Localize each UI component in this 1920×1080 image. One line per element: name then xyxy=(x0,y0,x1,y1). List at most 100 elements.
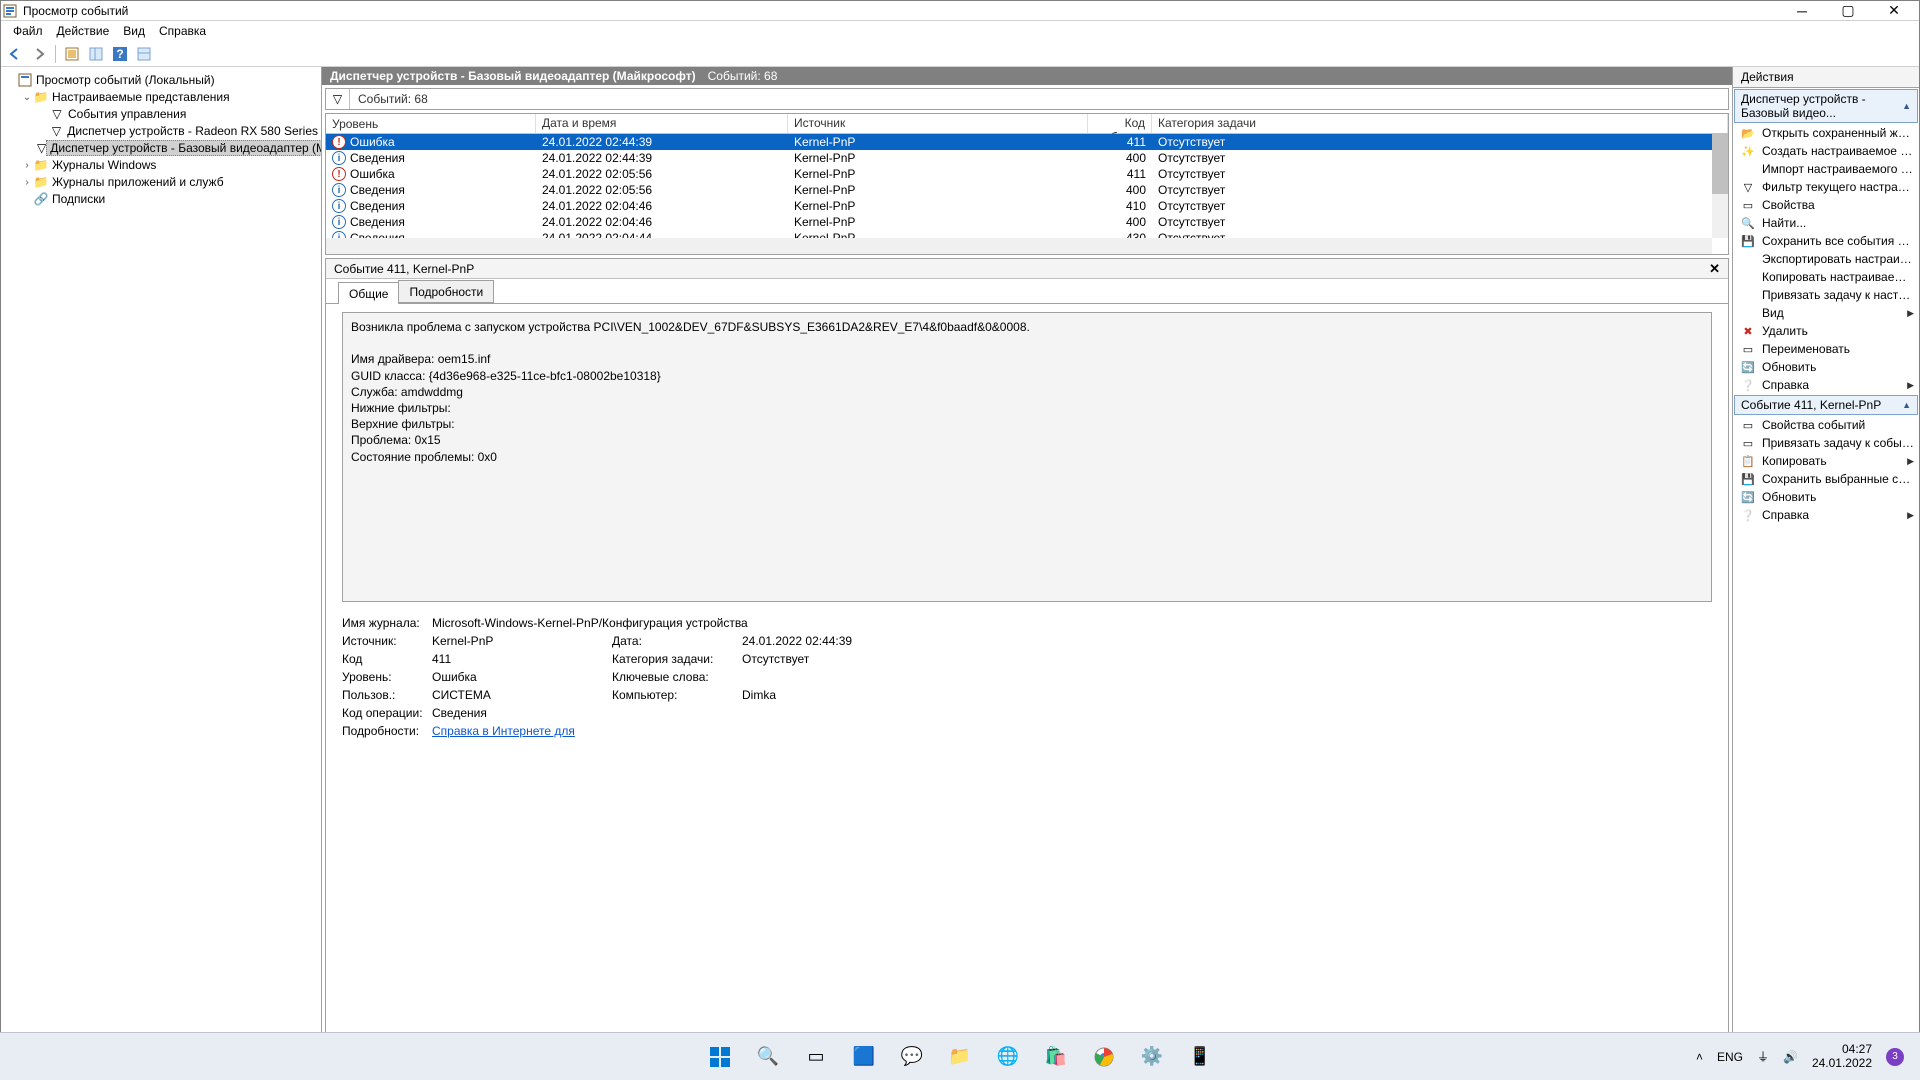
action-item[interactable]: 📋Копировать▶ xyxy=(1734,452,1918,470)
action-item[interactable]: 🔍Найти... xyxy=(1734,214,1918,232)
notification-badge[interactable]: 3 xyxy=(1886,1048,1904,1066)
action-item[interactable]: Привязать задачу к настраиваемо... xyxy=(1734,286,1918,304)
col-date[interactable]: Дата и время xyxy=(536,114,788,133)
col-level[interactable]: Уровень xyxy=(326,114,536,133)
table-body[interactable]: !Ошибка24.01.2022 02:44:39Kernel-PnP411О… xyxy=(326,134,1728,254)
explorer-button[interactable]: 📁 xyxy=(940,1037,980,1077)
cell-date: 24.01.2022 02:44:39 xyxy=(536,135,788,149)
app-button-1[interactable]: ⚙️ xyxy=(1132,1037,1172,1077)
table-row[interactable]: !Ошибка24.01.2022 02:44:39Kernel-PnP411О… xyxy=(326,134,1728,150)
action-item[interactable]: ▭Свойства событий xyxy=(1734,416,1918,434)
col-code[interactable]: Код события xyxy=(1088,114,1152,133)
cell-level: Сведения xyxy=(350,215,405,229)
close-button[interactable]: ✕ xyxy=(1871,1,1917,21)
value-date: 24.01.2022 02:44:39 xyxy=(742,634,1712,648)
tray-expand-icon[interactable]: ˄ xyxy=(1696,1050,1703,1064)
panel-button-1[interactable] xyxy=(86,44,106,64)
app-icon xyxy=(3,4,17,18)
action-item[interactable]: ❔Справка▶ xyxy=(1734,506,1918,524)
menu-file[interactable]: Файл xyxy=(7,24,49,38)
show-tree-button[interactable] xyxy=(62,44,82,64)
action-item[interactable]: Экспортировать настраиваемое п... xyxy=(1734,250,1918,268)
action-item[interactable]: ▽Фильтр текущего настраиваемого... xyxy=(1734,178,1918,196)
center-header: Диспетчер устройств - Базовый видеоадапт… xyxy=(322,67,1732,85)
tree-radeon[interactable]: Диспетчер устройств - Radeon RX 580 Seri… xyxy=(64,124,321,138)
tree-twisty[interactable]: › xyxy=(21,160,33,171)
funnel-icon[interactable]: ▽ xyxy=(326,89,350,109)
tab-extended[interactable]: Подробности xyxy=(398,280,494,303)
tree-twisty[interactable]: ⌄ xyxy=(21,92,33,103)
app-button-2[interactable]: 📱 xyxy=(1180,1037,1220,1077)
action-item[interactable]: ✖Удалить xyxy=(1734,322,1918,340)
widgets-button[interactable]: 🟦 xyxy=(844,1037,884,1077)
details-pane: Событие 411, Kernel-PnP ✕ Общие Подробно… xyxy=(325,258,1729,1076)
maximize-button[interactable]: ▢ xyxy=(1825,1,1871,21)
cell-task: Отсутствует xyxy=(1152,167,1728,181)
menu-view[interactable]: Вид xyxy=(117,24,151,38)
tree-ms-basic[interactable]: Диспетчер устройств - Базовый видеоадапт… xyxy=(46,140,322,156)
action-label: Привязать задачу к событию... xyxy=(1762,436,1914,450)
minimize-button[interactable]: ─ xyxy=(1779,1,1825,21)
table-row[interactable]: iСведения24.01.2022 02:44:39Kernel-PnP40… xyxy=(326,150,1728,166)
action-icon xyxy=(1740,269,1756,285)
action-item[interactable]: Вид▶ xyxy=(1734,304,1918,322)
volume-icon[interactable]: 🔊 xyxy=(1783,1050,1798,1064)
folder-icon: 📁 xyxy=(33,175,49,189)
scrollbar-thumb[interactable] xyxy=(1712,134,1728,194)
action-item[interactable]: ▭Привязать задачу к событию... xyxy=(1734,434,1918,452)
actions-section-1[interactable]: Диспетчер устройств - Базовый видео... ▲ xyxy=(1734,89,1918,123)
details-close-icon[interactable]: ✕ xyxy=(1709,261,1720,277)
table-row[interactable]: !Ошибка24.01.2022 02:05:56Kernel-PnP411О… xyxy=(326,166,1728,182)
action-item[interactable]: Копировать настраиваемое предс... xyxy=(1734,268,1918,286)
table-row[interactable]: iСведения24.01.2022 02:04:46Kernel-PnP41… xyxy=(326,198,1728,214)
error-icon: ! xyxy=(332,135,346,149)
clock[interactable]: 04:27 24.01.2022 xyxy=(1812,1043,1872,1071)
chat-button[interactable]: 💬 xyxy=(892,1037,932,1077)
tab-general[interactable]: Общие xyxy=(338,282,399,304)
search-button[interactable]: 🔍 xyxy=(748,1037,788,1077)
chrome-button[interactable] xyxy=(1084,1037,1124,1077)
filter-icon: ▽ xyxy=(49,124,65,138)
tree-subs[interactable]: Подписки xyxy=(49,192,108,206)
value-more-link[interactable]: Справка в Интернете для xyxy=(432,724,1712,738)
vertical-scrollbar[interactable] xyxy=(1712,134,1728,238)
horizontal-scrollbar[interactable] xyxy=(326,238,1712,254)
tree-custom-views[interactable]: Настраиваемые представления xyxy=(49,90,233,104)
forward-button[interactable] xyxy=(29,44,49,64)
tree-app-logs[interactable]: Журналы приложений и служб xyxy=(49,175,227,189)
tree-twisty[interactable]: › xyxy=(21,177,33,188)
action-label: Свойства xyxy=(1762,198,1914,212)
action-item[interactable]: ✨Создать настраиваемое представ... xyxy=(1734,142,1918,160)
panel-button-2[interactable] xyxy=(134,44,154,64)
back-button[interactable] xyxy=(5,44,25,64)
language-indicator[interactable]: ENG xyxy=(1717,1050,1743,1064)
action-item[interactable]: ❔Справка▶ xyxy=(1734,376,1918,394)
action-item[interactable]: 🔄Обновить xyxy=(1734,358,1918,376)
action-item[interactable]: ▭Переименовать xyxy=(1734,340,1918,358)
col-source[interactable]: Источник xyxy=(788,114,1088,133)
help-button[interactable]: ? xyxy=(110,44,130,64)
label-code: Код xyxy=(342,652,432,666)
menu-action[interactable]: Действие xyxy=(51,24,116,38)
table-row[interactable]: iСведения24.01.2022 02:04:46Kernel-PnP40… xyxy=(326,214,1728,230)
action-item[interactable]: 💾Сохранить выбранные события... xyxy=(1734,470,1918,488)
tree-win-logs[interactable]: Журналы Windows xyxy=(49,158,159,172)
table-row[interactable]: iСведения24.01.2022 02:05:56Kernel-PnP40… xyxy=(326,182,1728,198)
menu-help[interactable]: Справка xyxy=(153,24,212,38)
col-task[interactable]: Категория задачи xyxy=(1152,114,1728,133)
edge-button[interactable]: 🌐 xyxy=(988,1037,1028,1077)
action-item[interactable]: ▭Свойства xyxy=(1734,196,1918,214)
action-item[interactable]: Импорт настраиваемого представ... xyxy=(1734,160,1918,178)
network-icon[interactable]: ⏚ xyxy=(1757,1048,1769,1065)
toolbar: ? xyxy=(1,41,1919,67)
tree-root[interactable]: Просмотр событий (Локальный) xyxy=(33,73,218,87)
action-item[interactable]: 💾Сохранить все события в настраи... xyxy=(1734,232,1918,250)
cell-date: 24.01.2022 02:44:39 xyxy=(536,151,788,165)
tree-admin-events[interactable]: События управления xyxy=(65,107,189,121)
store-button[interactable]: 🛍️ xyxy=(1036,1037,1076,1077)
action-item[interactable]: 📂Открыть сохраненный журнал... xyxy=(1734,124,1918,142)
start-button[interactable] xyxy=(700,1037,740,1077)
actions-section-2[interactable]: Событие 411, Kernel-PnP ▲ xyxy=(1734,395,1918,415)
action-item[interactable]: 🔄Обновить xyxy=(1734,488,1918,506)
task-view-button[interactable]: ▭ xyxy=(796,1037,836,1077)
